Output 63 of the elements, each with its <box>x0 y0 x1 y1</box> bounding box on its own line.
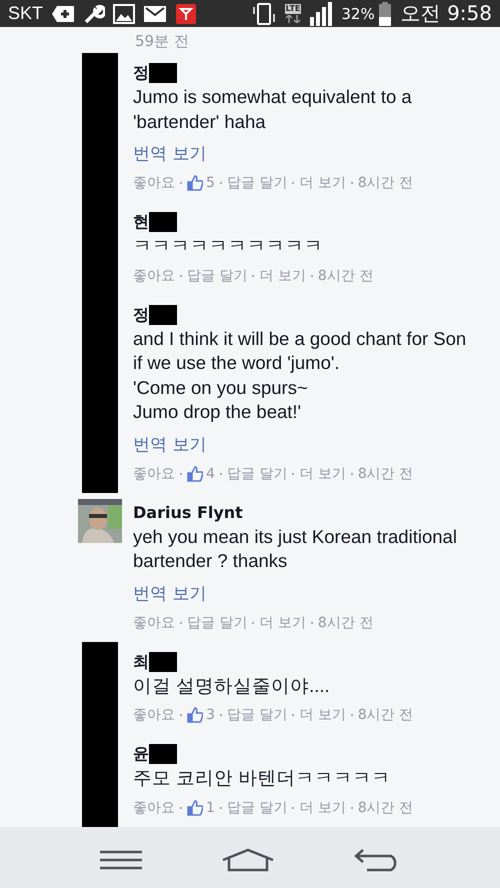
comment-text: Jumo is somewhat equivalent to a 'bartender' haha <box>133 85 412 134</box>
more-link[interactable]: 더 보기 <box>259 612 306 634</box>
like-count: 5 <box>206 174 215 193</box>
comment-time: 8시간 전 <box>358 464 414 484</box>
signal-icon <box>309 2 334 26</box>
thumbs-up-icon <box>187 707 203 723</box>
translate-link[interactable]: 번역 보기 <box>133 432 206 456</box>
like-link[interactable]: 좋아요 <box>133 796 175 818</box>
author-name[interactable]: 윤 <box>133 742 149 766</box>
reply-link[interactable]: 답글 달기 <box>226 172 288 194</box>
medical-icon <box>51 4 76 22</box>
comment-time: 8시간 전 <box>318 614 374 632</box>
reply-link[interactable]: 답글 달기 <box>226 796 288 818</box>
author-name[interactable]: 현 <box>133 210 149 234</box>
thumbs-up-icon <box>187 175 203 191</box>
clock: 오전 9:58 <box>400 0 492 27</box>
like-link[interactable]: 좋아요 <box>133 704 175 726</box>
thumbs-up-icon <box>187 466 203 482</box>
like-link[interactable]: 좋아요 <box>133 612 175 634</box>
data-arrows-icon <box>285 15 302 23</box>
network-label: LTE <box>284 4 302 14</box>
more-link[interactable]: 더 보기 <box>259 264 306 286</box>
menu-icon[interactable] <box>99 848 143 870</box>
image-icon <box>113 4 136 24</box>
app-icon <box>175 2 198 24</box>
vibrate-icon <box>250 2 277 26</box>
more-link[interactable]: 더 보기 <box>299 172 346 194</box>
comment-text: and I think it will be a good chant for Son if we use the word 'jumo'. 'Come on you spurs~ Jumo drop the beat!' <box>133 326 466 424</box>
like-count: 4 <box>206 464 215 484</box>
translate-link[interactable]: 번역 보기 <box>133 582 206 606</box>
like-link[interactable]: 좋아요 <box>133 264 175 286</box>
author-name[interactable]: Darius Flynt <box>133 500 243 524</box>
reply-link[interactable]: 답글 달기 <box>226 462 288 484</box>
comment-time: 8시간 전 <box>358 798 414 818</box>
home-icon[interactable] <box>221 848 275 872</box>
comment-text: ㅋㅋㅋㅋㅋㅋㅋㅋㅋㅋ <box>133 234 323 258</box>
reply-link[interactable]: 답글 달기 <box>187 612 248 634</box>
mail-icon <box>143 4 168 22</box>
comment-time: 8시간 전 <box>358 174 414 193</box>
more-link[interactable]: 더 보기 <box>299 462 346 484</box>
more-link[interactable]: 더 보기 <box>299 796 346 818</box>
comment-time: 59분 전 <box>135 31 190 52</box>
reply-link[interactable]: 답글 달기 <box>187 264 248 286</box>
comment-text: 주모 코리안 바텐더ㅋㅋㅋㅋㅋ <box>133 766 390 790</box>
like-link[interactable]: 좋아요 <box>133 172 175 194</box>
battery-percent: 32% <box>341 4 375 22</box>
carrier-name: SKT <box>8 3 44 24</box>
thumbs-up-icon <box>187 800 203 816</box>
author-name[interactable]: 정 <box>133 302 149 326</box>
author-name[interactable]: 최 <box>133 650 149 674</box>
more-link[interactable]: 더 보기 <box>299 704 346 726</box>
wrench-icon <box>83 2 106 24</box>
like-count: 3 <box>206 706 215 725</box>
comment-text: 이걸 설명하실줄이야.... <box>133 674 330 698</box>
like-link[interactable]: 좋아요 <box>133 462 175 484</box>
comment-time: 8시간 전 <box>358 706 414 725</box>
translate-link[interactable]: 번역 보기 <box>133 142 206 166</box>
comment-time: 8시간 전 <box>318 266 374 286</box>
reply-link[interactable]: 답글 달기 <box>226 704 288 726</box>
like-count: 1 <box>206 798 215 818</box>
battery-icon <box>378 2 391 26</box>
author-name[interactable]: 정 <box>133 61 149 85</box>
comment-text: yeh you mean its just Korean traditional bartender ? thanks <box>133 524 457 573</box>
